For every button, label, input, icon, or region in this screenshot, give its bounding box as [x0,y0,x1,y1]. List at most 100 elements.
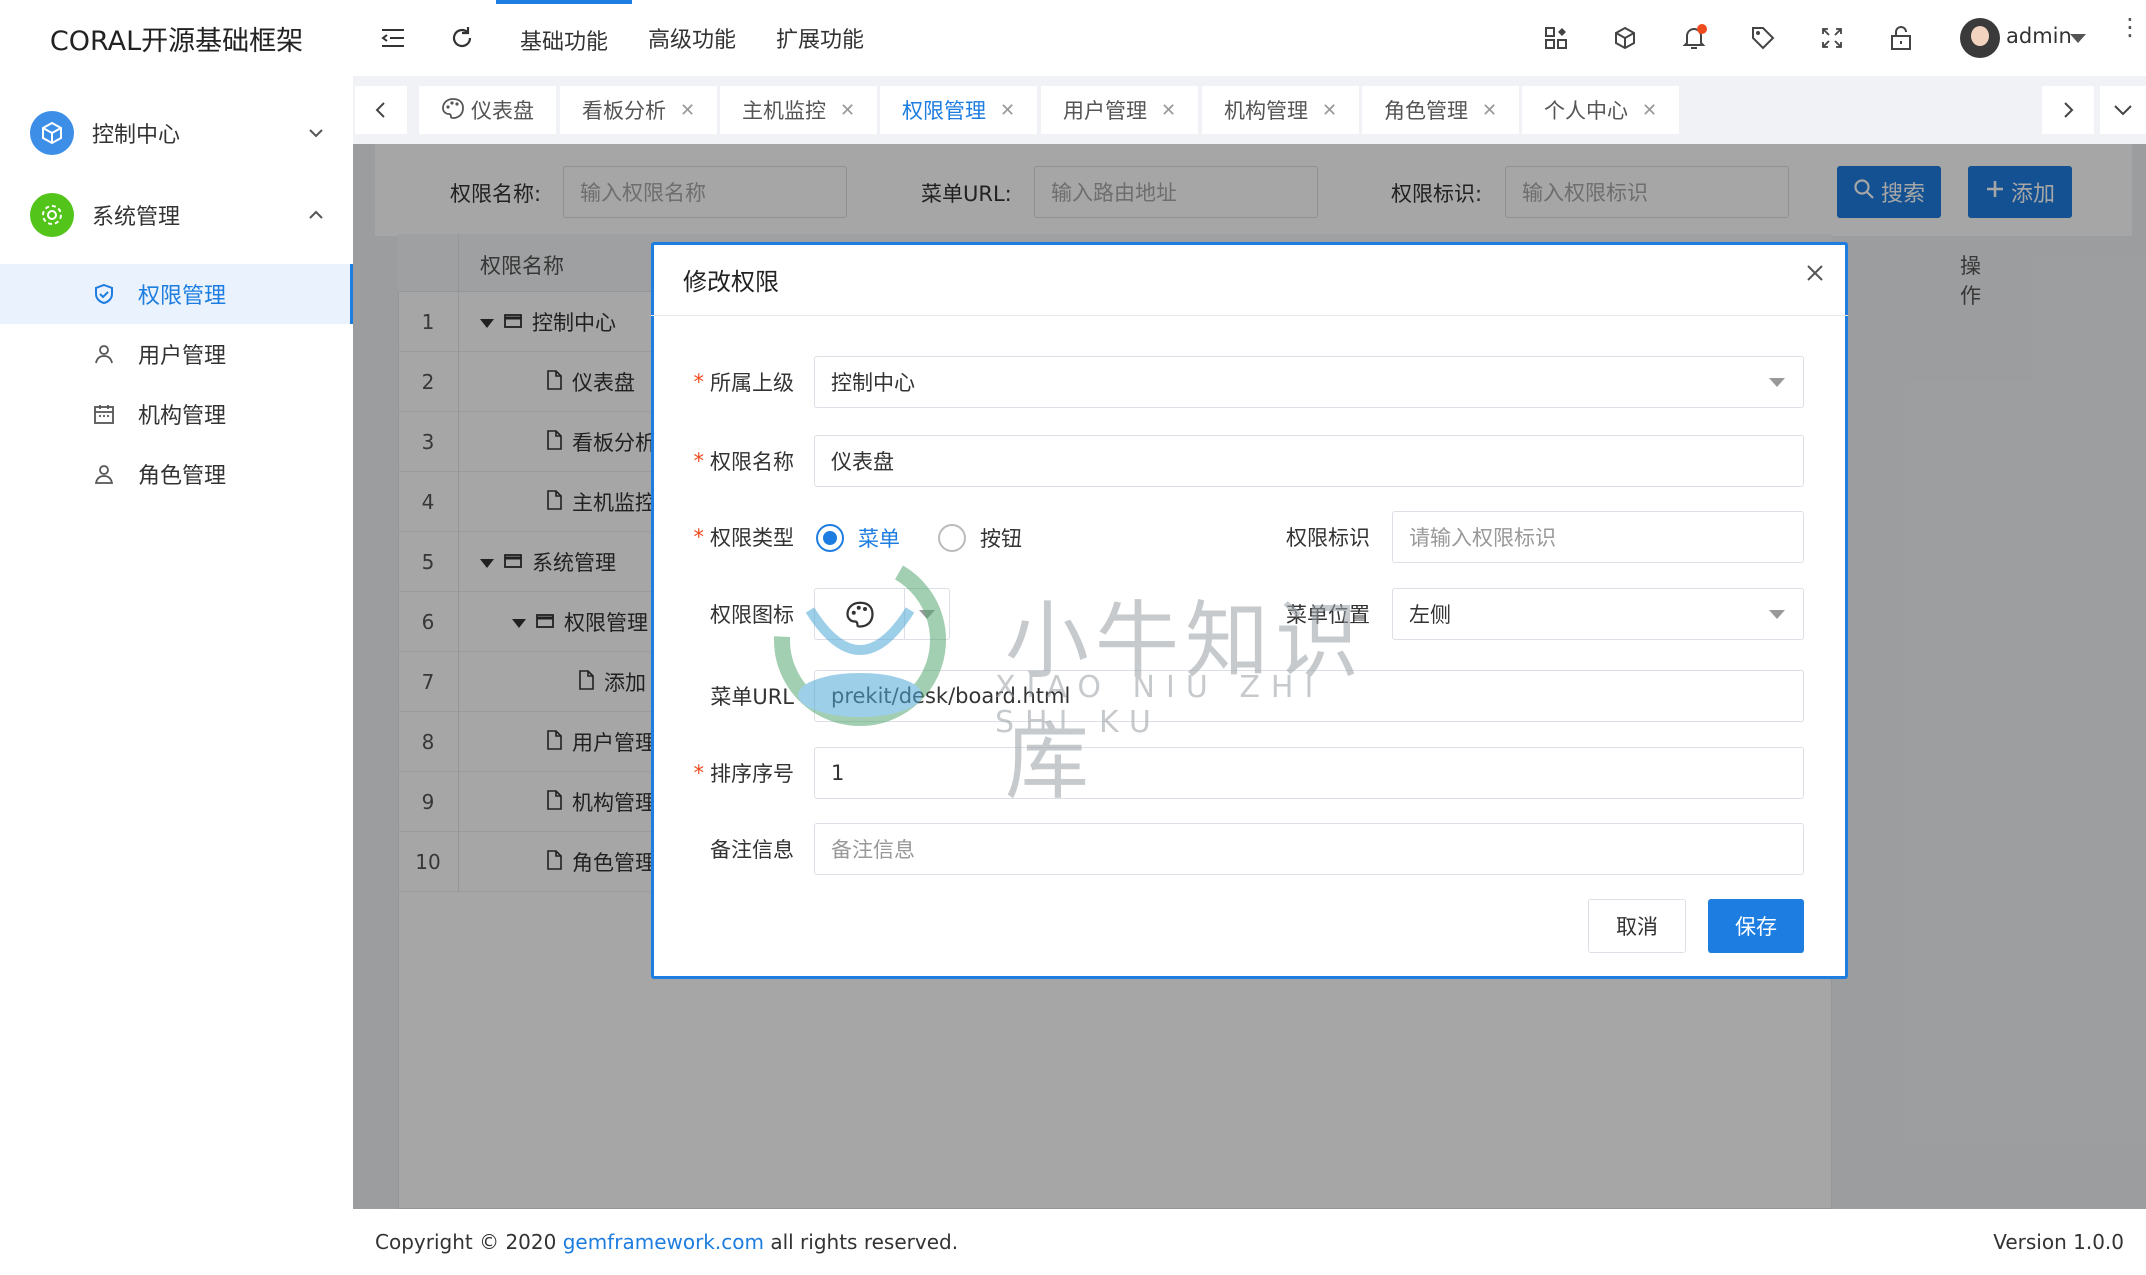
sidebar-item-label: 角色管理 [138,464,227,489]
code-input[interactable]: 请输入权限标识 [1392,511,1804,563]
close-icon[interactable]: ✕ [1482,100,1497,121]
apps-icon[interactable] [1538,20,1574,56]
palette-icon [441,97,465,124]
sidebar-item-label: 机构管理 [138,404,227,429]
tab-permissions[interactable]: 权限管理 ✕ [880,86,1038,134]
topnav-basic[interactable]: 基础功能 [496,0,633,76]
parent-label: * 所属上级 [660,356,795,408]
radio-checked[interactable] [816,524,844,552]
save-button[interactable]: 保存 [1708,899,1804,953]
topnav-extended[interactable]: 扩展功能 [752,0,888,76]
tabs-next-button[interactable] [2042,86,2094,134]
calendar-icon [92,402,116,426]
sidebar-group-control-center[interactable]: 控制中心 [0,92,353,174]
sidebar-item-label: 权限管理 [138,284,227,309]
version: Version 1.0.0 [1993,1230,2124,1254]
sidebar-item-label: 用户管理 [138,344,227,369]
type-button-label: 按钮 [980,527,1022,551]
caret-down-icon [1769,609,1785,619]
avatar[interactable] [1960,18,2000,58]
menu-fold-icon[interactable] [375,20,411,56]
radio-unchecked[interactable] [938,524,966,552]
close-icon[interactable]: ✕ [680,100,695,121]
tab-label: 角色管理 [1384,99,1468,123]
order-label: * 排序序号 [660,747,795,799]
type-label: * 权限类型 [660,511,795,563]
sidebar-group-system[interactable]: 系统管理 [0,174,353,256]
user-icon [92,342,116,366]
user-name[interactable]: admin [2006,24,2072,48]
close-icon[interactable] [1804,262,1826,288]
type-label-text: 权限类型 [710,526,794,550]
name-label-text: 权限名称 [710,450,794,474]
palette-icon [815,589,905,639]
sidebar-item-users[interactable]: 用户管理 [0,324,353,384]
tab-dashboard[interactable]: 仪表盘 [419,86,556,134]
parent-select[interactable]: 控制中心 [814,356,1804,408]
parent-select-value: 控制中心 [831,371,915,395]
topnav-advanced[interactable]: 高级功能 [624,0,760,76]
bell-icon[interactable] [1676,20,1712,56]
sidebar-item-roles[interactable]: 角色管理 [0,444,353,504]
refresh-icon[interactable] [444,20,480,56]
tag-icon[interactable] [1745,20,1781,56]
tab-host-monitor[interactable]: 主机监控 ✕ [720,86,878,134]
fullscreen-icon[interactable] [1814,20,1850,56]
more-vertical-icon[interactable]: ⋮ [2118,15,2142,39]
tab-board-analysis[interactable]: 看板分析 ✕ [560,86,718,134]
close-icon[interactable]: ✕ [1322,100,1337,121]
code-label: 权限标识 [1286,526,1370,550]
tab-profile[interactable]: 个人中心 ✕ [1522,86,1680,134]
copyright-prefix: Copyright © 2020 [375,1230,563,1254]
caret-down-icon [905,589,949,639]
sidebar-group-label: 系统管理 [92,205,181,230]
tab-label: 主机监控 [742,99,826,123]
modal-title: 修改权限 [683,268,779,296]
close-icon[interactable]: ✕ [1642,100,1657,121]
icon-picker[interactable] [814,588,950,640]
type-menu-label: 菜单 [858,527,900,551]
tab-orgs[interactable]: 机构管理 ✕ [1202,86,1360,134]
copyright: Copyright © 2020 gemframework.com all ri… [375,1230,958,1254]
users-icon [92,462,116,486]
chevron-up-icon [301,200,331,230]
url-label: 菜单URL [710,685,794,709]
sidebar-item-orgs[interactable]: 机构管理 [0,384,353,444]
package-icon[interactable] [1607,20,1643,56]
lock-icon[interactable] [1883,20,1919,56]
tab-label: 个人中心 [1544,99,1628,123]
chevron-down-icon [301,118,331,148]
copyright-suffix: all rights reserved. [763,1230,959,1254]
name-input[interactable]: 仪表盘 [814,435,1804,487]
cancel-button[interactable]: 取消 [1588,899,1686,953]
tab-label: 用户管理 [1063,99,1147,123]
close-icon[interactable]: ✕ [840,100,855,121]
tab-roles[interactable]: 角色管理 ✕ [1362,86,1520,134]
url-input[interactable]: prekit/desk/board.html [814,670,1804,722]
footer-link[interactable]: gemframework.com [563,1230,764,1254]
type-radio-menu[interactable]: 菜单 [816,523,900,553]
icon-label: 权限图标 [710,603,794,627]
sidebar-item-permissions[interactable]: 权限管理 [0,264,353,324]
remark-input[interactable]: 备注信息 [814,823,1804,875]
tabs-menu-button[interactable] [2100,86,2146,134]
tab-label: 看板分析 [582,99,666,123]
shield-icon [92,282,116,306]
caret-down-icon[interactable] [2070,34,2086,43]
order-label-text: 排序序号 [710,762,794,786]
modal-header: 修改权限 [651,242,1848,316]
parent-label-text: 所属上级 [710,371,794,395]
tabs-prev-button[interactable] [355,86,407,134]
gear-icon [30,193,74,237]
position-select[interactable]: 左侧 [1392,588,1804,640]
tab-label: 机构管理 [1224,99,1308,123]
position-select-value: 左侧 [1409,603,1451,627]
type-radio-button[interactable]: 按钮 [938,523,1022,553]
close-icon[interactable]: ✕ [1000,100,1015,121]
tab-label: 权限管理 [902,99,986,123]
close-icon[interactable]: ✕ [1161,100,1176,121]
tab-users[interactable]: 用户管理 ✕ [1041,86,1199,134]
footer: Copyright © 2020 gemframework.com all ri… [353,1209,2146,1275]
name-label: * 权限名称 [660,435,795,487]
order-input[interactable]: 1 [814,747,1804,799]
